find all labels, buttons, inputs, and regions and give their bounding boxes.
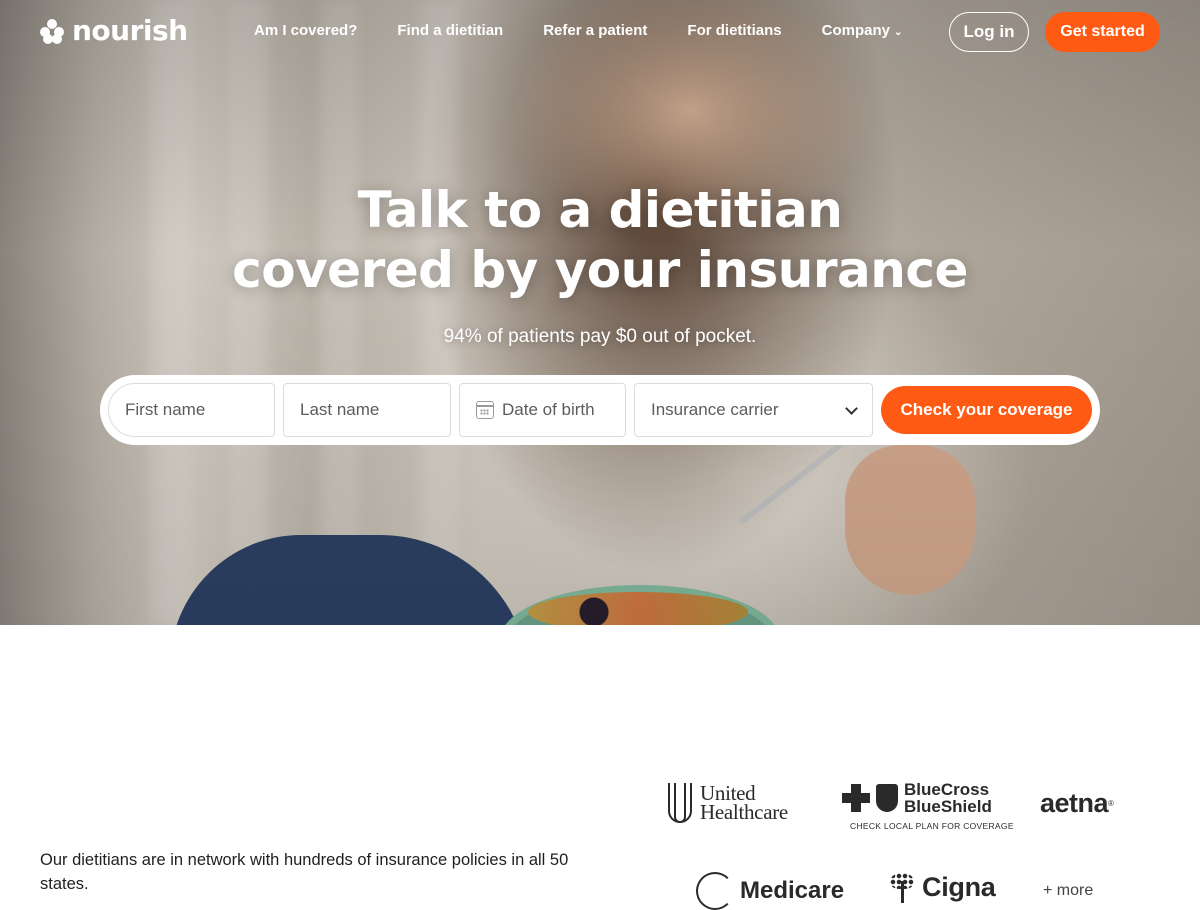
bcbs-logo-row: BlueCross BlueShield bbox=[842, 781, 992, 815]
first-name-field[interactable]: First name bbox=[108, 383, 275, 437]
aetna-registered-mark: ® bbox=[1108, 799, 1114, 808]
united-healthcare-line-2: Healthcare bbox=[700, 800, 788, 824]
hero-overlay bbox=[0, 0, 1200, 625]
top-navigation: nourish Am I covered? Find a dietitian R… bbox=[0, 0, 1200, 64]
aetna-wordmark: aetna bbox=[1040, 788, 1109, 818]
nav-link-company-label: Company bbox=[821, 22, 890, 39]
medicare-swirl-icon bbox=[696, 872, 734, 910]
hero-title-line-2: covered by your insurance bbox=[232, 241, 968, 299]
blue-shield-icon bbox=[876, 784, 898, 812]
bcbs-wordmark: BlueCross BlueShield bbox=[904, 781, 992, 815]
medicare-logo: Medicare bbox=[696, 872, 844, 910]
insurance-carrier-select[interactable]: Insurance carrier bbox=[634, 383, 873, 437]
chevron-down-icon: ⌄ bbox=[893, 27, 903, 38]
nav-link-refer-patient[interactable]: Refer a patient bbox=[543, 22, 647, 39]
hero-title: Talk to a dietitian covered by your insu… bbox=[0, 180, 1200, 300]
aetna-logo: aetna ® bbox=[1040, 788, 1114, 819]
nav-link-find-dietitian[interactable]: Find a dietitian bbox=[397, 22, 503, 39]
united-healthcare-logo: United Healthcare bbox=[668, 783, 788, 823]
bcbs-tagline: CHECK LOCAL PLAN FOR COVERAGE bbox=[850, 821, 1014, 831]
insurance-carrier-placeholder: Insurance carrier bbox=[651, 400, 779, 419]
cigna-wordmark: Cigna bbox=[922, 872, 996, 902]
nourish-logo[interactable]: nourish bbox=[40, 14, 188, 47]
chevron-down-icon bbox=[845, 401, 858, 415]
united-healthcare-wordmark: United Healthcare bbox=[700, 783, 788, 824]
logo-wordmark: nourish bbox=[72, 14, 188, 47]
network-description: Our dietitians are in network with hundr… bbox=[40, 851, 569, 893]
check-coverage-button[interactable]: Check your coverage bbox=[881, 386, 1092, 434]
last-name-placeholder: Last name bbox=[300, 400, 380, 419]
medicare-wordmark: Medicare bbox=[740, 877, 845, 904]
hero-subtitle: 94% of patients pay $0 out of pocket. bbox=[443, 326, 757, 347]
nav-link-company[interactable]: Company ⌄ bbox=[822, 22, 903, 39]
hero-title-line-1: Talk to a dietitian bbox=[357, 181, 843, 239]
login-button[interactable]: Log in bbox=[949, 12, 1029, 52]
blue-cross-icon bbox=[842, 784, 870, 812]
more-insurers-link[interactable]: + more bbox=[1043, 882, 1093, 900]
first-name-placeholder: First name bbox=[125, 400, 206, 419]
calendar-icon bbox=[476, 401, 494, 419]
bluecross-blueshield-logo: BlueCross BlueShield CHECK LOCAL PLAN FO… bbox=[842, 781, 1014, 831]
united-healthcare-mark-icon bbox=[668, 783, 692, 823]
primary-nav: Am I covered? Find a dietitian Refer a p… bbox=[254, 22, 902, 39]
cigna-tree-icon bbox=[888, 872, 916, 903]
nav-link-for-dietitians[interactable]: For dietitians bbox=[687, 22, 781, 39]
nav-link-am-i-covered[interactable]: Am I covered? bbox=[254, 22, 357, 39]
last-name-field[interactable]: Last name bbox=[283, 383, 451, 437]
coverage-check-form: First name Last name Date of birth Insur… bbox=[100, 375, 1100, 445]
cigna-logo: Cigna bbox=[888, 872, 996, 903]
flower-logo-icon bbox=[40, 18, 64, 44]
date-of-birth-placeholder: Date of birth bbox=[502, 400, 595, 419]
bcbs-line-2: BlueShield bbox=[904, 797, 992, 816]
hero-background-photo bbox=[0, 0, 1200, 625]
date-of-birth-field[interactable]: Date of birth bbox=[459, 383, 626, 437]
get-started-button[interactable]: Get started bbox=[1045, 12, 1160, 52]
bcbs-line-1: BlueCross bbox=[904, 780, 990, 799]
